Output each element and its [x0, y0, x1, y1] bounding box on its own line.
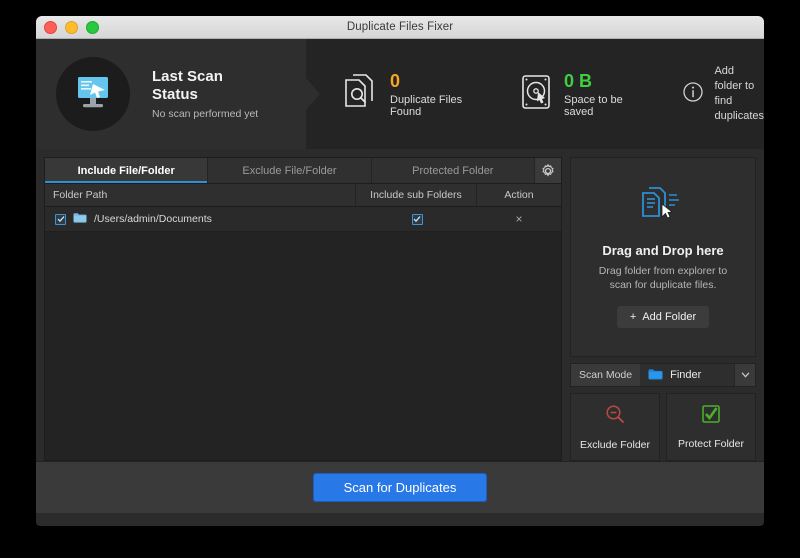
gear-icon[interactable] — [534, 158, 561, 183]
window-controls — [44, 20, 99, 34]
include-sub-folders-checkbox[interactable] — [411, 213, 423, 225]
table-row[interactable]: /Users/admin/Documents × — [45, 207, 561, 232]
folder-list-panel: Include File/Folder Exclude File/Folder … — [44, 157, 562, 461]
scan-mode-label: Scan Mode — [571, 364, 641, 386]
folder-path-text: /Users/admin/Documents — [94, 213, 212, 225]
hard-drive-icon — [520, 73, 552, 116]
dropzone-title: Drag and Drop here — [602, 243, 724, 258]
info-icon — [682, 81, 704, 108]
tab-include-file-folder[interactable]: Include File/Folder — [45, 158, 209, 183]
main-body: Include File/Folder Exclude File/Folder … — [36, 149, 764, 461]
folder-icon — [73, 212, 87, 226]
duplicate-files-label: Duplicate Files Found — [390, 93, 463, 118]
column-headers: Folder Path Include sub Folders Action — [45, 184, 561, 207]
column-header-include-sub-folders: Include sub Folders — [356, 184, 477, 206]
plus-icon: + — [629, 311, 637, 323]
scan-mode-value: Finder — [670, 369, 702, 381]
duplicate-files-metric: 0 Duplicate Files Found — [344, 71, 464, 118]
folder-icon — [648, 368, 663, 383]
window-title: Duplicate Files Fixer — [346, 21, 454, 33]
document-search-icon — [344, 73, 378, 116]
row-select-checkbox[interactable] — [55, 213, 66, 225]
title-bar: Duplicate Files Fixer — [36, 16, 764, 39]
exclude-folder-label: Exclude Folder — [579, 439, 651, 451]
remove-row-button[interactable]: × — [477, 212, 561, 226]
duplicate-files-count: 0 — [390, 70, 401, 91]
tab-exclude-file-folder[interactable]: Exclude File/Folder — [208, 158, 372, 183]
hint-line2: find duplicates — [714, 95, 764, 122]
app-window: Duplicate Files Fixer Last Scan Status N… — [36, 16, 764, 526]
column-header-action: Action — [504, 189, 534, 201]
add-folder-hint: Add folder to find duplicates — [682, 64, 764, 124]
protect-folder-button[interactable]: Protect Folder — [666, 393, 756, 461]
last-scan-status-panel: Last Scan Status No scan performed yet — [36, 39, 320, 149]
panel-arrow — [306, 78, 320, 110]
protect-folder-label: Protect Folder — [678, 438, 744, 450]
space-saved-value: 0 B — [564, 70, 593, 91]
status-subtitle: No scan performed yet — [152, 108, 259, 120]
scan-mode-row: Scan Mode Finder — [570, 363, 756, 387]
folder-path-cell: /Users/admin/Documents — [45, 212, 357, 226]
dropzone-subtitle: Drag folder from explorer to scan for du… — [598, 265, 728, 291]
space-saved-metric: 0 B Space to be saved — [520, 71, 626, 118]
include-sub-folders-cell — [357, 213, 477, 225]
monitor-scan-icon — [56, 57, 130, 131]
documents-drag-icon — [639, 182, 687, 229]
magnifier-minus-icon — [604, 403, 626, 430]
status-text: Last Scan Status No scan performed yet — [152, 68, 258, 120]
metrics-group: 0 Duplicate Files Found 0 B Space to be … — [306, 39, 764, 149]
scan-mode-select[interactable]: Finder — [640, 364, 734, 386]
minimize-button[interactable] — [65, 20, 78, 34]
drag-and-drop-zone[interactable]: Drag and Drop here Drag folder from expl… — [570, 157, 756, 357]
footer-bar: Scan for Duplicates — [36, 461, 764, 513]
zoom-button[interactable] — [86, 20, 99, 34]
tab-protected-folder[interactable]: Protected Folder — [371, 158, 535, 183]
add-folder-label: Add Folder — [642, 311, 697, 323]
status-title-line1: Last Scan — [152, 68, 223, 85]
space-saved-label: Space to be saved — [564, 93, 623, 118]
folder-rows: /Users/admin/Documents × — [45, 207, 561, 460]
add-folder-button[interactable]: + Add Folder — [616, 306, 710, 328]
status-title-line2: Status — [152, 86, 198, 103]
close-button[interactable] — [44, 20, 57, 34]
side-column: Drag and Drop here Drag folder from expl… — [570, 157, 756, 461]
scan-for-duplicates-button[interactable]: Scan for Duplicates — [312, 473, 488, 502]
hint-line1: Add folder to — [714, 65, 755, 92]
tab-bar: Include File/Folder Exclude File/Folder … — [45, 158, 561, 184]
exclude-folder-button[interactable]: Exclude Folder — [570, 393, 660, 461]
column-header-folder-path: Folder Path — [45, 184, 356, 206]
action-buttons: Exclude Folder Protect Folder — [570, 393, 756, 461]
green-check-icon — [701, 404, 721, 429]
chevron-down-icon[interactable] — [734, 364, 755, 386]
summary-bar: Last Scan Status No scan performed yet 0 — [36, 39, 764, 149]
